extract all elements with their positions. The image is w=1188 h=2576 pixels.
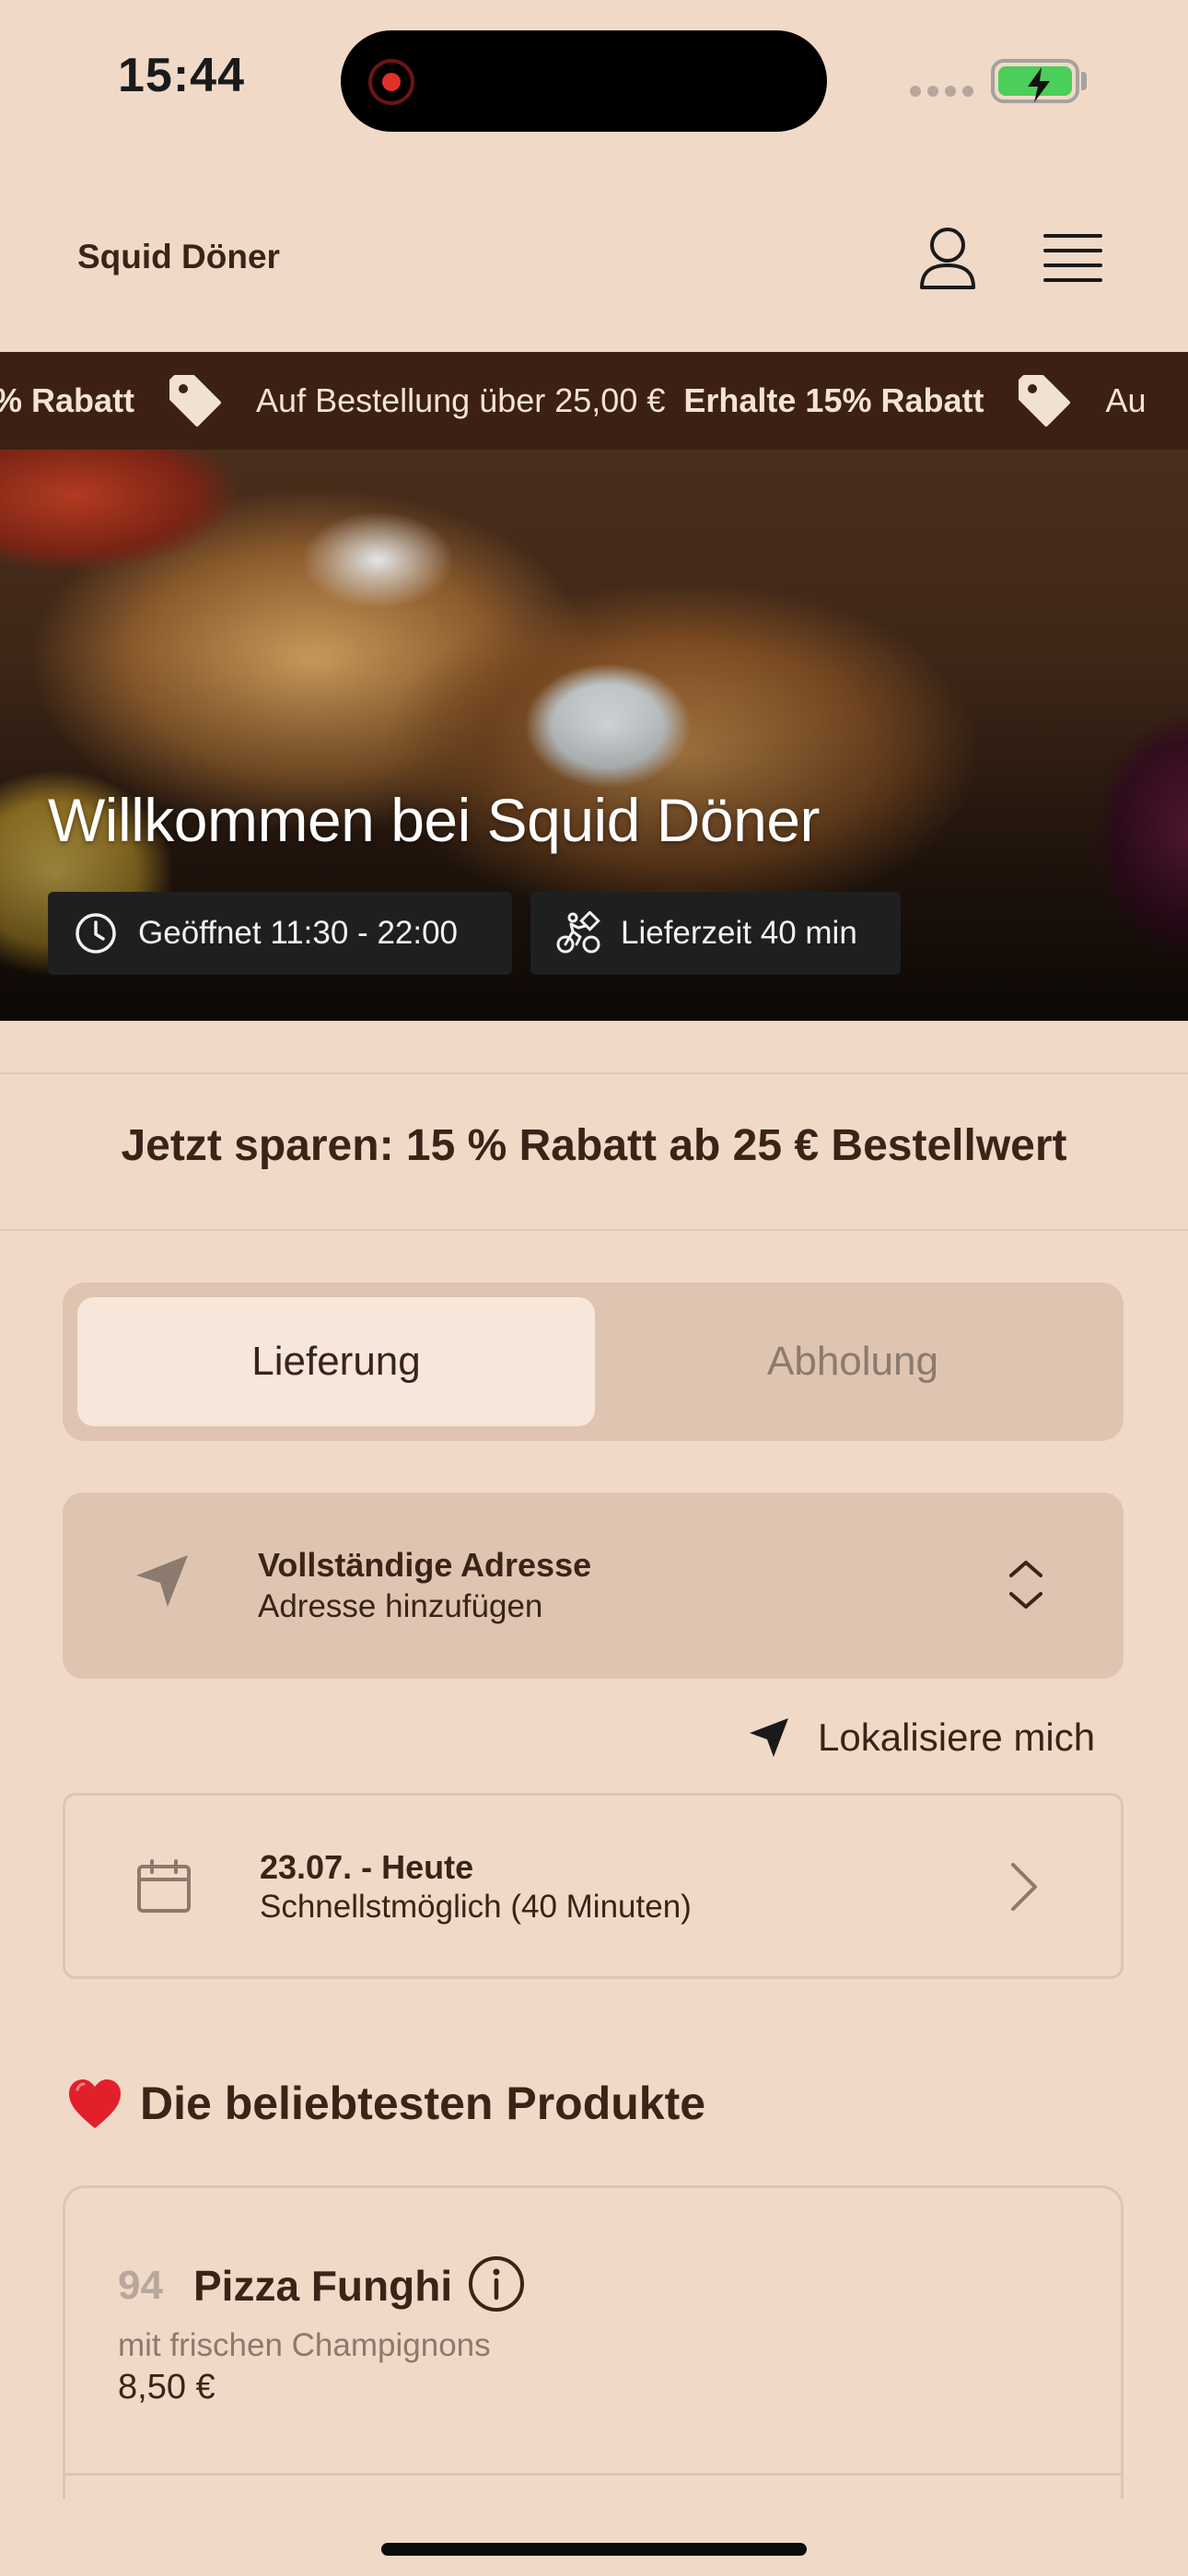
locate-me-label: Lokalisiere mich <box>818 1715 1096 1759</box>
hamburger-menu-icon[interactable] <box>1042 230 1103 286</box>
schedule-date: 23.07. - Heute <box>260 1848 474 1886</box>
product-name: Pizza Funghi <box>193 2262 453 2310</box>
brand-name[interactable]: Squid Döner <box>77 238 280 276</box>
signal-icon <box>910 85 980 101</box>
product-price: 8,50 € <box>118 2368 215 2406</box>
info-icon[interactable] <box>468 2255 525 2317</box>
product-description: mit frischen Champignons <box>118 2327 491 2363</box>
marquee-bold-text: 5% Rabatt <box>0 381 135 419</box>
address-title: Vollständige Adresse <box>258 1546 592 1584</box>
screen-recording-icon <box>368 59 414 105</box>
marquee-bold-text: Erhalte 15% Rabatt <box>683 381 984 419</box>
discount-banner: Jetzt sparen: 15 % Rabatt ab 25 € Bestel… <box>121 1121 1067 1170</box>
battery-icon <box>991 59 1079 103</box>
chevron-up-down-icon[interactable] <box>1004 1555 1048 1619</box>
delivery-schedule-selector[interactable] <box>63 1793 1124 1979</box>
delivery-tab[interactable]: Lieferung <box>77 1297 595 1426</box>
tag-icon <box>1015 371 1074 430</box>
divider <box>0 1072 1188 1074</box>
calendar-icon <box>134 1857 193 1921</box>
hero-banner: Willkommen bei Squid Döner Geöffnet 11:3… <box>0 450 1188 1021</box>
divider <box>0 1229 1188 1231</box>
opening-hours-text: Geöffnet 11:30 - 22:00 <box>138 915 459 951</box>
location-arrow-icon <box>750 1718 788 1757</box>
user-icon[interactable] <box>917 225 978 291</box>
heart-icon <box>69 2079 121 2128</box>
battery-tip <box>1081 72 1087 90</box>
tag-icon <box>166 371 225 430</box>
product-divider <box>63 2473 1124 2476</box>
locate-me-button[interactable]: Lokalisiere mich <box>748 1712 1095 1763</box>
promo-marquee: 5% Rabatt Auf Bestellung über 25,00 € Er… <box>0 352 1188 450</box>
address-placeholder: Adresse hinzufügen <box>258 1588 543 1624</box>
popular-heading-text: Die beliebtesten Produkte <box>140 2078 706 2129</box>
chevron-right-icon[interactable] <box>1007 1861 1041 1917</box>
status-time: 15:44 <box>118 49 245 102</box>
delivery-time-text: Lieferzeit 40 min <box>621 915 857 951</box>
schedule-time: Schnellstmöglich (40 Minuten) <box>260 1889 692 1925</box>
navigation-arrow-icon <box>133 1551 192 1615</box>
product-number: 94 <box>118 2263 163 2308</box>
bike-courier-icon <box>556 911 600 954</box>
hero-title: Willkommen bei Squid Döner <box>48 786 821 854</box>
delivery-time-chip: Lieferzeit 40 min <box>530 892 901 975</box>
pickup-tab[interactable]: Abholung <box>595 1297 1111 1426</box>
opening-hours-chip: Geöffnet 11:30 - 22:00 <box>48 892 512 975</box>
popular-products-heading: Die beliebtesten Produkte <box>66 2077 705 2130</box>
clock-icon <box>76 913 116 954</box>
marquee-text: Auf Bestellung über 25,00 € <box>256 381 666 419</box>
address-selector[interactable] <box>63 1493 1124 1679</box>
home-indicator[interactable] <box>381 2543 807 2556</box>
marquee-text: Au <box>1105 381 1147 419</box>
